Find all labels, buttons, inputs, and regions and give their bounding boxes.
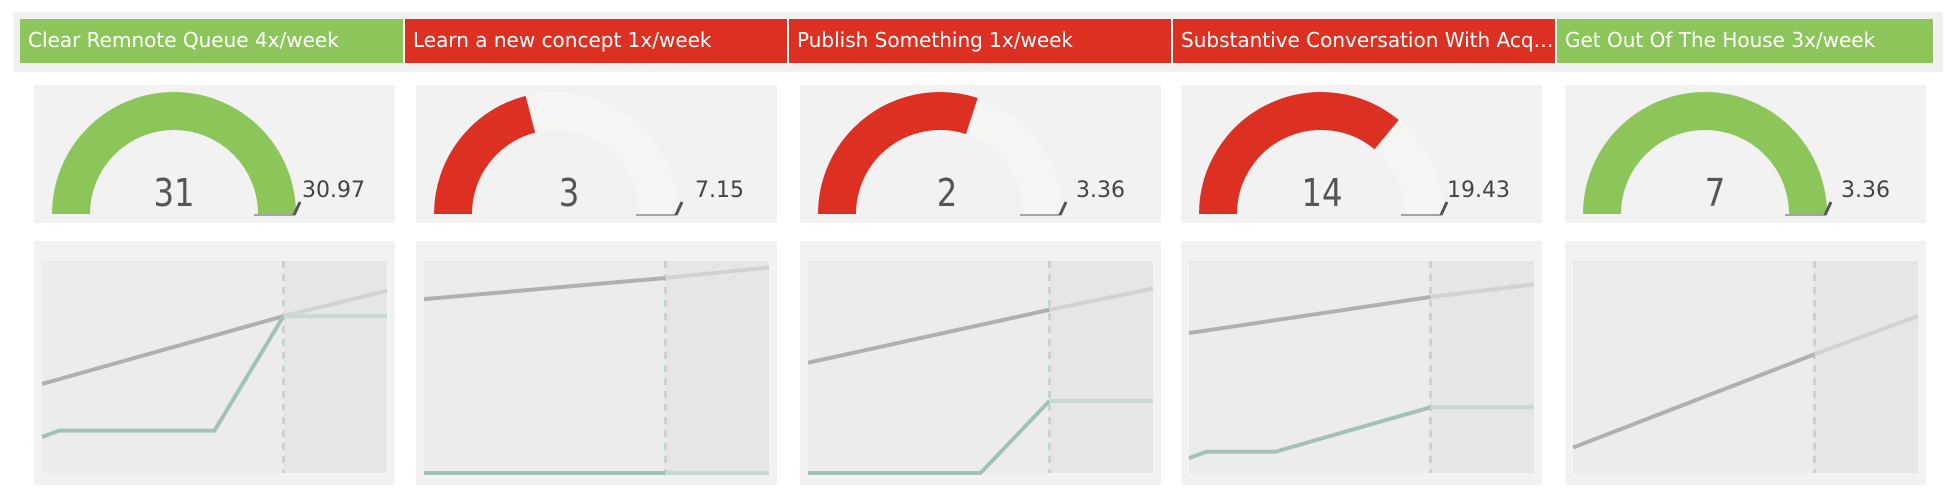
goal-header-publish[interactable]: Publish Something 1x/week — [789, 19, 1173, 63]
gauge-value: 14 — [1301, 171, 1343, 215]
trend-card-learn-concept[interactable] — [416, 241, 777, 485]
goal-header-learn-concept[interactable]: Learn a new concept 1x/week — [405, 19, 789, 63]
forecast-region — [1430, 261, 1534, 473]
trend-chart-learn-concept — [423, 261, 770, 475]
gauge-value: 3 — [558, 171, 580, 215]
goal-header-get-out[interactable]: Get Out Of The House 3x/week — [1557, 19, 1935, 63]
goal-header-conversation[interactable]: Substantive Conversation With Acquaintan… — [1173, 19, 1557, 63]
gauge-card-publish[interactable]: 2 3.36 — [800, 85, 1161, 223]
trend-chart-remnote — [41, 261, 388, 473]
gauge-target: 3.36 — [1076, 178, 1125, 203]
forecast-region — [1814, 261, 1918, 473]
gauge-value: 31 — [153, 171, 195, 215]
trend-card-get-out[interactable] — [1565, 241, 1926, 485]
gauge-value: 7 — [1704, 171, 1726, 215]
gauge-target: 3.36 — [1841, 178, 1890, 203]
forecast-region — [665, 261, 769, 473]
gauge-target: 30.97 — [302, 178, 365, 203]
trend-card-conversation[interactable] — [1181, 241, 1542, 485]
trend-chart-conversation — [1188, 261, 1535, 473]
gauge-card-learn-concept[interactable]: 3 7.15 — [416, 85, 777, 223]
gauge-fill — [434, 95, 536, 215]
trend-card-remnote[interactable] — [34, 241, 395, 485]
trend-chart-publish — [807, 261, 1154, 475]
gauge-card-remnote[interactable]: 31 30.97 — [34, 85, 395, 223]
trend-card-publish[interactable] — [800, 241, 1161, 485]
gauge-target: 19.43 — [1447, 178, 1510, 203]
gauge-card-get-out[interactable]: 7 3.36 — [1565, 85, 1926, 223]
gauge-card-conversation[interactable]: 14 19.43 — [1181, 85, 1542, 223]
trend-chart-get-out — [1572, 261, 1919, 473]
gauge-value: 2 — [936, 171, 958, 215]
gauge-target: 7.15 — [695, 178, 744, 203]
goal-header-remnote[interactable]: Clear Remnote Queue 4x/week — [20, 19, 405, 63]
